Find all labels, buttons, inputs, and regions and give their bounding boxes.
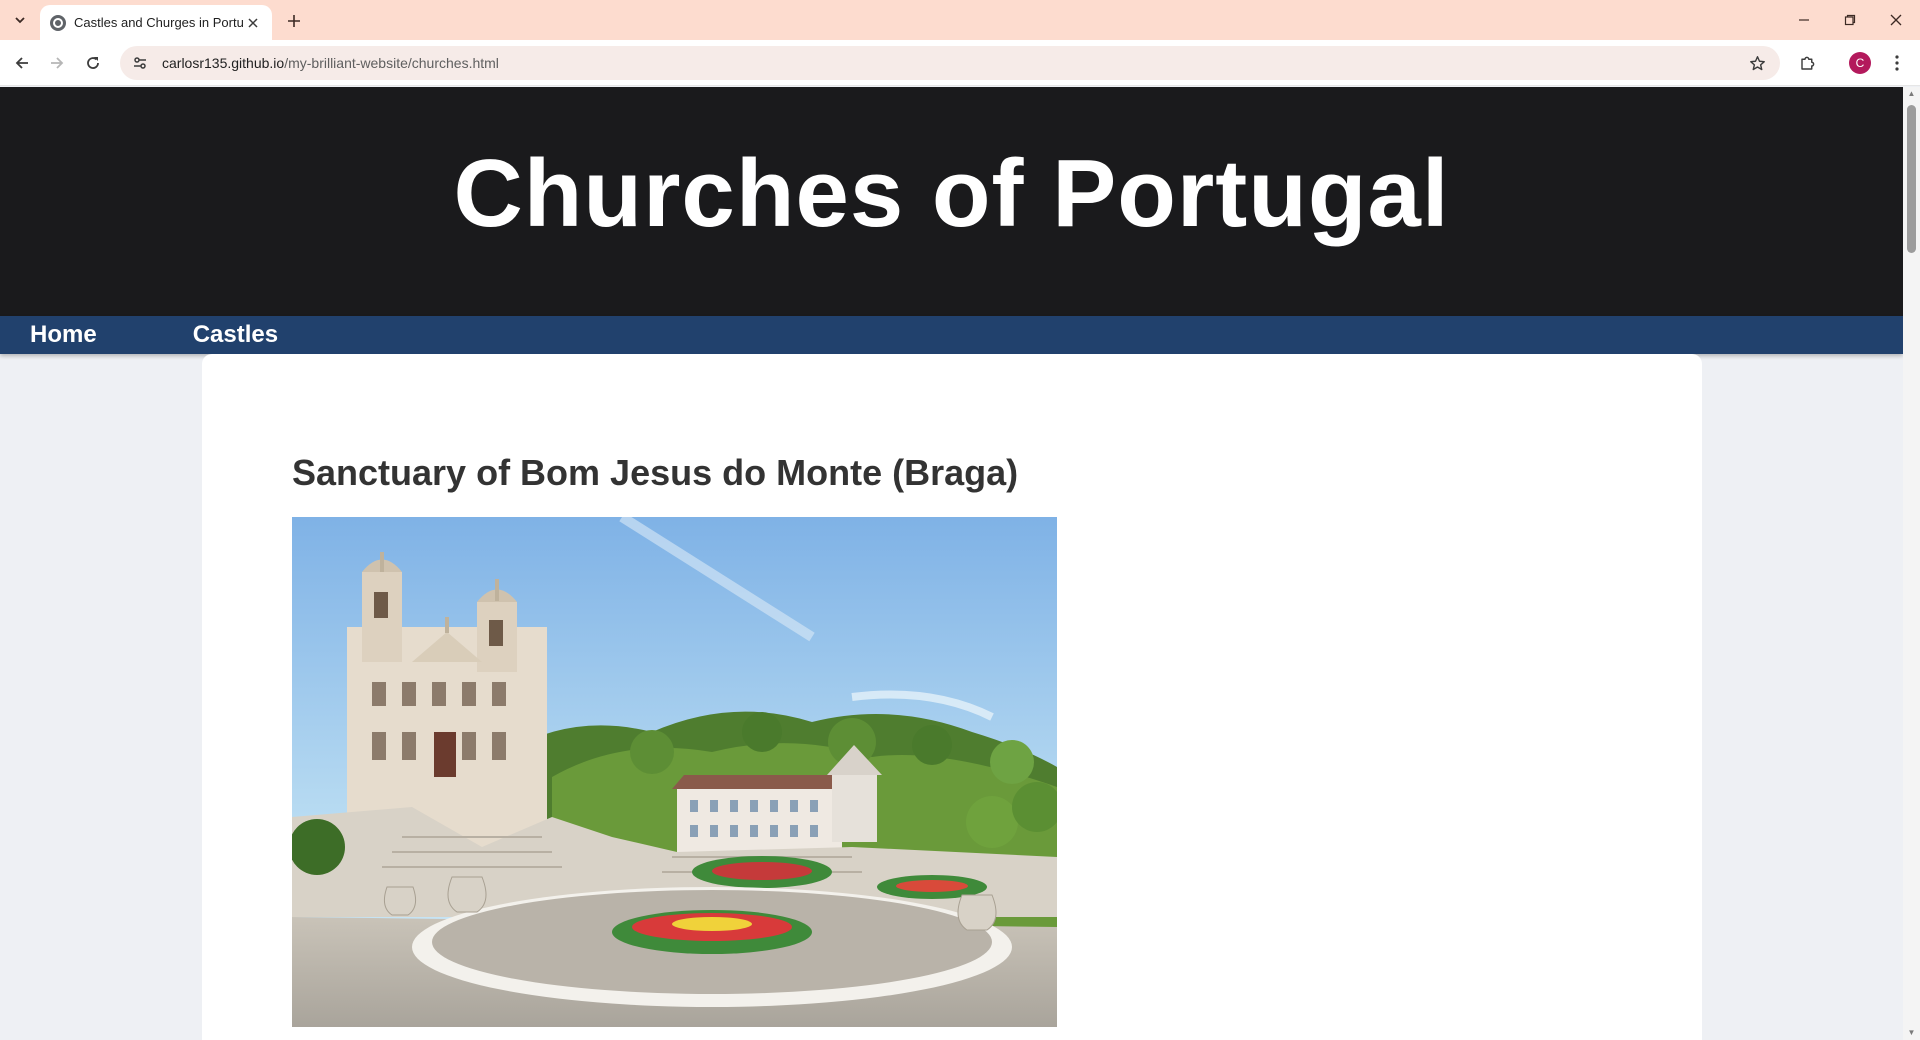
kebab-menu-icon (1895, 55, 1899, 71)
site-header: Churches of Portugal (0, 87, 1903, 316)
tab-list-button[interactable] (6, 8, 34, 32)
close-icon (248, 17, 258, 28)
address-bar[interactable]: carlosr135.github.io/my-brilliant-websit… (120, 46, 1780, 80)
browser-menu-button[interactable] (1882, 48, 1912, 78)
puzzle-icon (1801, 56, 1815, 70)
url-host: carlosr135.github.io (162, 55, 285, 71)
church-photo (292, 517, 1057, 1027)
minimize-icon (1799, 19, 1809, 21)
reload-button[interactable] (78, 48, 108, 78)
profile-avatar[interactable]: C (1849, 52, 1871, 74)
arrow-left-icon (15, 57, 28, 69)
url-text[interactable]: carlosr135.github.io/my-brilliant-websit… (162, 55, 1742, 71)
tune-icon (134, 57, 146, 69)
page-viewport: Churches of Portugal Home Castles Sanctu… (0, 87, 1903, 1040)
reload-icon (87, 57, 99, 69)
restore-button[interactable] (1827, 0, 1873, 40)
nav-link-home[interactable]: Home (30, 321, 97, 349)
site-info-button[interactable] (128, 51, 152, 75)
tab-strip: Castles and Churges in Portugal (0, 0, 1920, 40)
back-button[interactable] (7, 48, 37, 78)
plus-icon (288, 15, 300, 27)
active-tab[interactable]: Castles and Churges in Portugal (40, 5, 272, 40)
close-window-button[interactable] (1873, 0, 1919, 40)
extensions-button[interactable] (1793, 48, 1823, 78)
sanctuary-illustration (292, 517, 1057, 1027)
url-path: /my-brilliant-website/churches.html (284, 55, 499, 71)
new-tab-button[interactable] (281, 8, 307, 34)
tab-title: Castles and Churges in Portugal (74, 15, 244, 30)
page-scrollbar[interactable]: ▲ ▼ (1903, 87, 1920, 1040)
star-icon (1749, 55, 1765, 70)
forward-button[interactable] (42, 48, 72, 78)
minimize-button[interactable] (1781, 0, 1827, 40)
restore-icon (1844, 14, 1856, 26)
content-card: Sanctuary of Bom Jesus do Monte (Braga) (202, 354, 1702, 1040)
tab-close-button[interactable] (244, 14, 262, 32)
browser-toolbar: carlosr135.github.io/my-brilliant-websit… (0, 40, 1920, 86)
bookmark-button[interactable] (1742, 48, 1772, 78)
scroll-up-arrow[interactable]: ▲ (1907, 89, 1916, 99)
scroll-down-arrow[interactable]: ▼ (1907, 1028, 1916, 1038)
site-nav: Home Castles (0, 316, 1903, 354)
section-heading: Sanctuary of Bom Jesus do Monte (Braga) (292, 452, 1019, 493)
close-icon (1890, 14, 1902, 26)
page-title: Churches of Portugal (453, 140, 1450, 247)
arrow-right-icon (51, 57, 64, 69)
scroll-thumb[interactable] (1907, 105, 1916, 253)
chevron-down-icon (15, 17, 25, 24)
nav-link-castles[interactable]: Castles (193, 321, 278, 349)
globe-icon (50, 14, 66, 31)
